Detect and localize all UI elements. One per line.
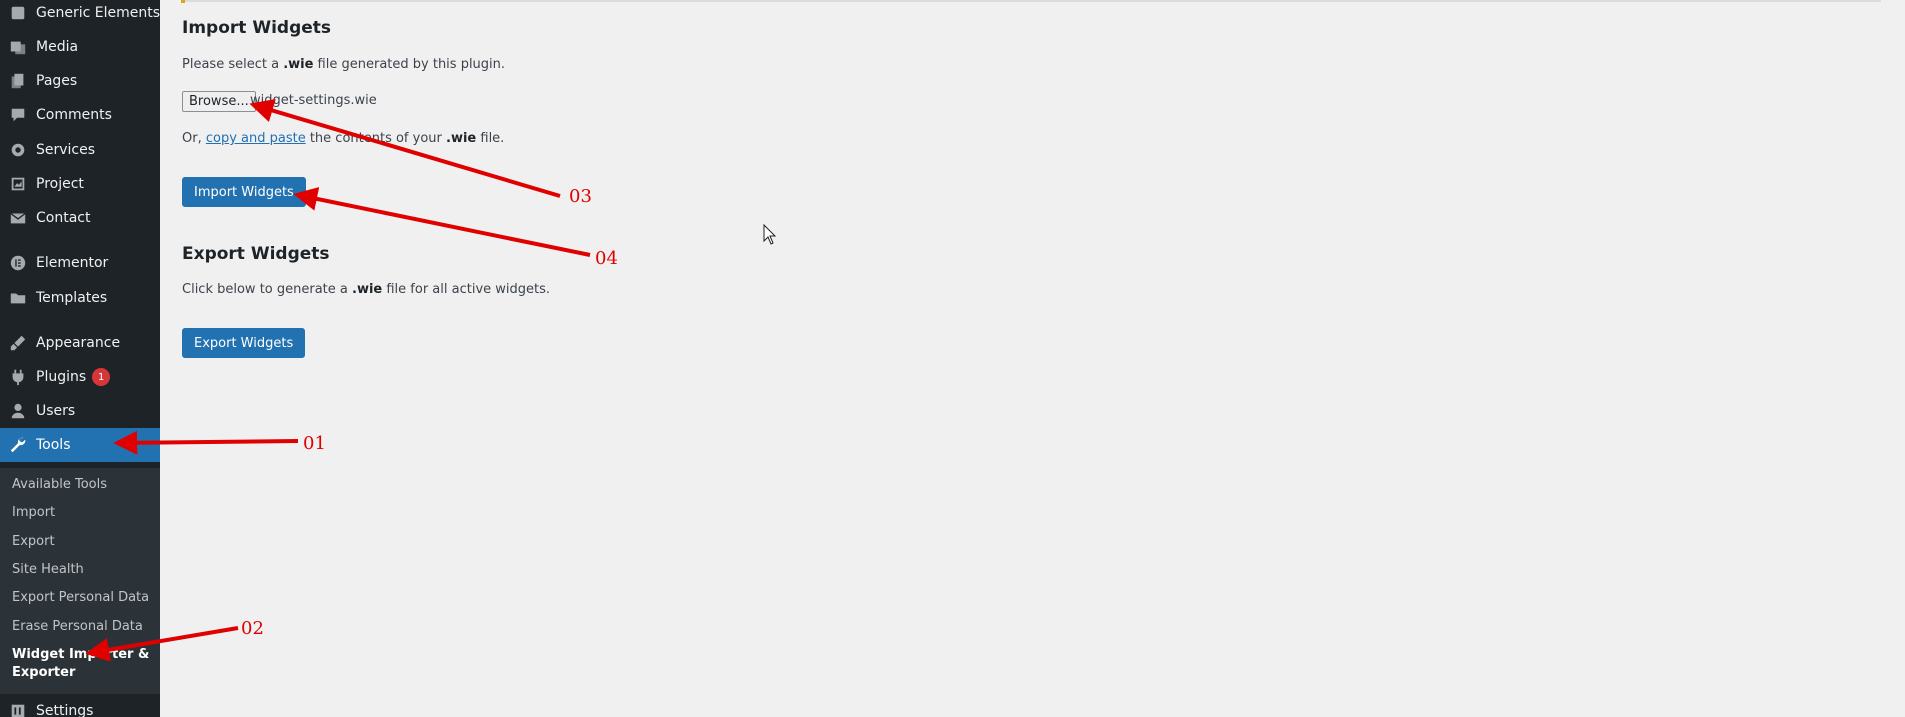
sidebar-item-generic-elements[interactable]: Generic Elements [0,0,160,30]
annotation-label-04: 04 [595,248,618,269]
sidebar-item-label: Pages [36,73,78,89]
export-intro: Click below to generate a .wie file for … [182,282,550,297]
comments-icon [0,106,36,124]
sidebar-item-appearance[interactable]: Appearance [0,326,160,360]
paste-text-mid: the contents of your [305,131,447,146]
tools-submenu: Available Tools Import Export Site Healt… [0,468,160,694]
export-heading: Export Widgets [182,244,330,264]
elementor-icon [0,254,36,272]
import-intro-ext: .wie [283,57,314,72]
annotation-label-02: 02 [241,618,264,639]
sidebar-item-label: Project [36,176,84,192]
envelope-icon [0,209,36,227]
copy-and-paste-link[interactable]: copy and paste [206,131,306,146]
sidebar-item-label: Plugins [36,369,87,385]
sidebar-item-label: Comments [36,107,112,123]
pages-icon [0,72,36,90]
browse-button[interactable]: Browse... [182,91,256,112]
sidebar-item-label: Services [36,142,96,158]
import-intro-text: Please select a [182,57,284,72]
submenu-item-export[interactable]: Export [12,533,55,551]
submenu-item-available-tools[interactable]: Available Tools [12,476,107,494]
sidebar-item-media[interactable]: Media [0,30,160,64]
generic-elements-icon [0,4,36,22]
submenu-item-import[interactable]: Import [12,504,55,522]
sidebar-item-label: Elementor [36,255,109,271]
submenu-item-erase-personal-data[interactable]: Erase Personal Data [12,618,143,636]
settings-icon [0,702,36,717]
brush-icon [0,334,36,352]
sidebar-item-comments[interactable]: Comments [0,98,160,132]
import-widgets-button[interactable]: Import Widgets [182,177,306,207]
export-intro-text-end: file for all active widgets. [382,282,551,297]
sidebar-item-elementor[interactable]: Elementor [0,246,160,280]
import-intro: Please select a .wie file generated by t… [182,57,505,72]
plugin-icon [0,368,36,386]
export-widgets-button[interactable]: Export Widgets [182,328,306,358]
submenu-item-site-health[interactable]: Site Health [12,561,84,579]
sidebar-item-templates[interactable]: Templates [0,281,160,315]
sidebar-item-label: Media [36,39,79,55]
annotation-label-01: 01 [303,433,326,454]
sidebar-item-pages[interactable]: Pages [0,64,160,98]
sidebar-item-label: Contact [36,210,91,226]
sidebar-item-label: Appearance [36,335,121,351]
sidebar-item-label: Generic Elements [36,5,160,21]
paste-text-end: file. [476,131,505,146]
export-intro-ext: .wie [352,282,383,297]
sidebar-item-label: Users [36,403,76,419]
paste-text: Or, [182,131,206,146]
paste-instructions: Or, copy and paste the contents of your … [182,131,504,146]
paste-ext: .wie [446,131,477,146]
submenu-item-widget-importer-line2[interactable]: Exporter [12,664,75,682]
sidebar-item-services[interactable]: Services [0,133,160,167]
media-icon [0,38,36,56]
sidebar-item-contact[interactable]: Contact [0,201,160,235]
sidebar-item-plugins[interactable]: Plugins 1 [0,360,160,394]
user-icon [0,402,36,420]
selected-file-name: widget-settings.wie [250,93,377,108]
sidebar-item-tools[interactable]: Tools [0,428,160,462]
sidebar-item-users[interactable]: Users [0,394,160,428]
annotation-label-03: 03 [569,186,592,207]
submenu-item-export-personal-data[interactable]: Export Personal Data [12,589,149,607]
export-intro-text: Click below to generate a [182,282,352,297]
submenu-item-widget-importer[interactable]: Widget Importer & [12,646,149,664]
sidebar-item-project[interactable]: Project [0,167,160,201]
wrench-icon [0,436,36,454]
project-icon [0,175,36,193]
sidebar-item-label: Settings [36,703,94,717]
gear-icon [0,141,36,159]
admin-sidebar: Generic Elements Media Pages Comments Se… [0,0,160,717]
sidebar-item-label: Templates [36,290,108,306]
notice-border [181,0,1881,3]
main-content: Import Widgets Please select a .wie file… [160,0,1905,717]
update-count-badge: 1 [92,368,111,386]
sidebar-item-label: Tools [36,437,71,453]
import-heading: Import Widgets [182,18,332,38]
folder-icon [0,289,36,307]
sidebar-item-settings[interactable]: Settings [0,694,160,717]
import-intro-text-end: file generated by this plugin. [313,57,506,72]
